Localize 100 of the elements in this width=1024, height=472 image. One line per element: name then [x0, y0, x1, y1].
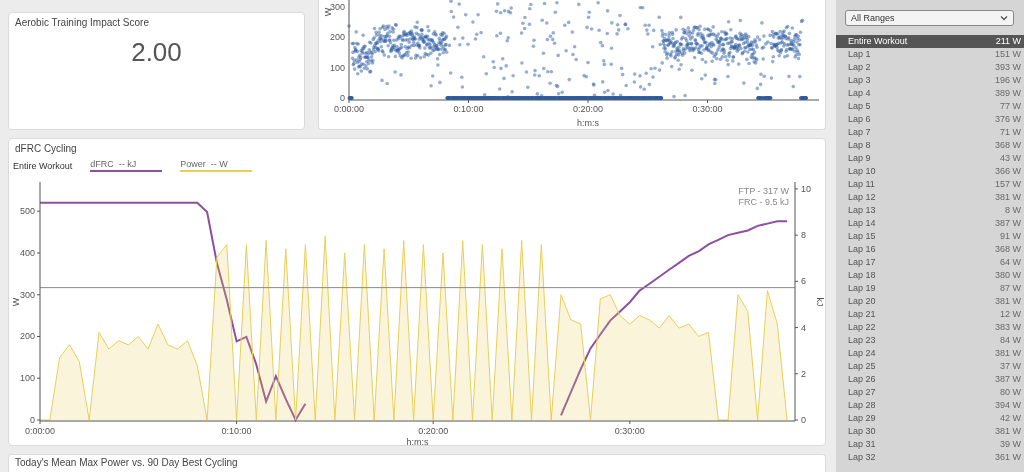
lap-row[interactable]: Lap 29 42 W [836, 412, 1024, 425]
lap-label: Lap 16 [848, 243, 876, 256]
axis-title: W [11, 297, 21, 307]
lap-value: 71 W [1000, 126, 1021, 139]
lap-row[interactable]: Lap 13 8 W [836, 204, 1024, 217]
lap-row[interactable]: Lap 6 376 W [836, 113, 1024, 126]
lap-value: 387 W [995, 217, 1021, 230]
lap-row[interactable]: Lap 1 151 W [836, 48, 1024, 61]
lap-row[interactable]: Lap 14 387 W [836, 217, 1024, 230]
lap-row[interactable]: Lap 10 366 W [836, 165, 1024, 178]
lap-row[interactable]: Lap 28 394 W [836, 399, 1024, 412]
legend-item[interactable]: Power -- W [180, 159, 253, 172]
lap-label: Lap 2 [848, 61, 871, 74]
lap-value: 157 W [995, 178, 1021, 191]
lap-label: Lap 23 [848, 334, 876, 347]
lap-row[interactable]: Lap 24 381 W [836, 347, 1024, 360]
lap-row[interactable]: Lap 31 39 W [836, 438, 1024, 451]
lap-label: Lap 1 [848, 48, 871, 61]
lap-value: 37 W [1000, 360, 1021, 373]
axis-tick-label: 400 [19, 248, 35, 258]
lap-row[interactable]: Lap 23 84 W [836, 334, 1024, 347]
lap-row[interactable]: Lap 18 380 W [836, 269, 1024, 282]
axis-tick-label: 0:10:00 [453, 104, 484, 114]
lap-label: Lap 21 [848, 308, 876, 321]
lap-row[interactable]: Lap 3 196 W [836, 74, 1024, 87]
lap-row[interactable]: Lap 11 157 W [836, 178, 1024, 191]
lap-row[interactable]: Lap 9 43 W [836, 152, 1024, 165]
lap-row[interactable]: Lap 21 12 W [836, 308, 1024, 321]
axis-tick-label: 4 [801, 322, 806, 333]
lap-value: 361 W [995, 451, 1021, 464]
lap-label: Lap 29 [848, 412, 876, 425]
axis-tick-label: 200 [329, 32, 345, 42]
score-value: 2.00 [131, 37, 182, 68]
lap-value: 12 W [1000, 308, 1021, 321]
lap-row[interactable]: Lap 15 91 W [836, 230, 1024, 243]
lap-value: 368 W [995, 139, 1021, 152]
lap-row[interactable]: Lap 17 64 W [836, 256, 1024, 269]
lap-row[interactable]: Lap 25 37 W [836, 360, 1024, 373]
axis-tick-label: 0 [801, 415, 806, 425]
lap-label: Lap 18 [848, 269, 876, 282]
lap-value: 84 W [1000, 334, 1021, 347]
lap-row[interactable]: Entire Workout 211 W [836, 35, 1024, 48]
lap-row[interactable]: Lap 19 87 W [836, 282, 1024, 295]
lap-value: 211 W [995, 35, 1021, 48]
lap-row[interactable]: Lap 20 381 W [836, 295, 1024, 308]
card-title: Aerobic Training Impact Score [14, 16, 150, 29]
caret-icon [1000, 15, 1008, 21]
lap-label: Lap 17 [848, 256, 876, 269]
lap-label: Lap 15 [848, 230, 876, 243]
lap-row[interactable]: Lap 16 368 W [836, 243, 1024, 256]
lap-label: Lap 22 [848, 321, 876, 334]
lap-value: 8 W [1005, 204, 1021, 217]
lap-label: Lap 32 [848, 451, 876, 464]
axis-title: h:m:s [577, 118, 599, 128]
axis-tick-label: 0:00:00 [25, 426, 55, 436]
lap-value: 389 W [995, 87, 1021, 100]
lap-row[interactable]: Lap 32 361 W [836, 451, 1024, 464]
lap-label: Lap 26 [848, 373, 876, 386]
lap-value: 43 W [1000, 152, 1021, 165]
lap-label: Lap 30 [848, 425, 876, 438]
lap-label: Lap 31 [848, 438, 876, 451]
lap-label: Lap 4 [848, 87, 871, 100]
range-dropdown[interactable]: All Ranges [845, 10, 1014, 26]
lap-label: Lap 19 [848, 282, 876, 295]
lap-value: 64 W [1000, 256, 1021, 269]
lap-row[interactable]: Lap 2 393 W [836, 61, 1024, 74]
lap-label: Lap 8 [848, 139, 871, 152]
lap-label: Lap 3 [848, 74, 871, 87]
lap-row[interactable]: Lap 12 381 W [836, 191, 1024, 204]
lap-label: Lap 20 [848, 295, 876, 308]
axis-tick-label: 2 [801, 368, 806, 379]
lap-value: 387 W [995, 373, 1021, 386]
lap-value: 376 W [995, 113, 1021, 126]
lap-value: 196 W [995, 74, 1021, 87]
lap-row[interactable]: Lap 8 368 W [836, 139, 1024, 152]
lap-row[interactable]: Lap 5 77 W [836, 100, 1024, 113]
lap-label: Entire Workout [848, 35, 908, 48]
axis-title: h:m:s [406, 437, 429, 447]
lap-value: 381 W [995, 347, 1021, 360]
lap-value: 381 W [995, 191, 1021, 204]
lap-label: Lap 5 [848, 100, 871, 113]
lap-value: 87 W [1000, 282, 1021, 295]
lap-value: 366 W [995, 165, 1021, 178]
lap-value: 151 W [995, 48, 1021, 61]
chart-note: FRC - 9.5 kJ [738, 197, 789, 207]
lap-row[interactable]: Lap 4 389 W [836, 87, 1024, 100]
legend-item[interactable]: dFRC -- kJ [90, 159, 163, 172]
axis-tick-label: 100 [19, 373, 35, 384]
lap-value: 381 W [995, 295, 1021, 308]
lap-row[interactable]: Lap 7 71 W [836, 126, 1024, 139]
lap-row[interactable]: Lap 30 381 W [836, 425, 1024, 438]
lap-label: Lap 13 [848, 204, 876, 217]
axis-title: kJ [815, 297, 825, 307]
lap-label: Lap 28 [848, 399, 876, 412]
axis-tick-label: 0:30:00 [692, 104, 723, 114]
lap-value: 380 W [995, 269, 1021, 282]
axis-tick-label: 10 [801, 183, 811, 194]
lap-row[interactable]: Lap 26 387 W [836, 373, 1024, 386]
lap-row[interactable]: Lap 27 80 W [836, 386, 1024, 399]
lap-row[interactable]: Lap 22 383 W [836, 321, 1024, 334]
